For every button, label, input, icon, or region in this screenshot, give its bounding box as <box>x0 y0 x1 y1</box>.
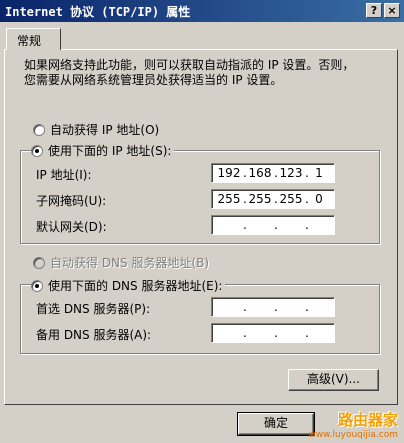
manual-dns-radio[interactable] <box>31 279 43 292</box>
description-line-1: 如果网络支持此功能，则可以获取自动指派的 IP 设置。否则， <box>24 58 355 72</box>
ip-dot: . <box>305 218 309 232</box>
tab-general[interactable]: 常规 <box>6 28 61 50</box>
ip-address-octet-4: 1 <box>315 166 323 180</box>
ip-dot: . <box>274 218 278 232</box>
subnet-octet-3: 255 <box>279 192 303 206</box>
dns-server-group <box>20 284 380 354</box>
auto-ip-label: 自动获得 IP 地址(O) <box>50 123 160 137</box>
tab-general-label: 常规 <box>17 34 42 48</box>
description: 如果网络支持此功能，则可以获取自动指派的 IP 设置。否则， 您需要从网络系统管… <box>24 58 384 88</box>
ip-address-input[interactable]: 192 . 168 . 123 . 1 <box>211 163 335 183</box>
ip-dot: . <box>243 326 247 340</box>
default-gateway-label: 默认网关(D): <box>36 220 107 234</box>
subnet-octet-4: 0 <box>315 192 323 206</box>
watermark: 路由器家 www.luyouqijia.com <box>308 409 398 440</box>
subnet-octet-1: 255 <box>217 192 241 206</box>
close-icon[interactable]: × <box>384 3 400 18</box>
manual-dns-label: 使用下面的 DNS 服务器地址(E): <box>48 279 223 293</box>
ip-dot: . <box>243 300 247 314</box>
auto-dns-radio[interactable] <box>33 256 45 269</box>
alternate-dns-label: 备用 DNS 服务器(A): <box>36 328 152 342</box>
ip-address-octet-3: 123 <box>279 166 303 180</box>
ip-dot: . <box>274 300 278 314</box>
watermark-url: www.luyouqijia.com <box>308 430 398 440</box>
help-button[interactable]: ? <box>366 3 382 18</box>
title-bar: Internet 协议 (TCP/IP) 属性 ? × <box>0 0 404 22</box>
manual-ip-label: 使用下面的 IP 地址(S): <box>48 144 172 158</box>
ip-dot: . <box>305 326 309 340</box>
watermark-logo: 路由器家 <box>337 411 398 429</box>
description-line-2: 您需要从网络系统管理员处获得适当的 IP 设置。 <box>24 73 283 87</box>
subnet-mask-label: 子网掩码(U): <box>36 194 107 208</box>
auto-dns-label: 自动获得 DNS 服务器地址(B) <box>50 256 210 270</box>
ip-address-octet-1: 192 <box>217 166 241 180</box>
ip-dot: . <box>243 218 247 232</box>
manual-ip-radio[interactable] <box>31 144 43 157</box>
auto-ip-radio-row[interactable]: 自动获得 IP 地址(O) <box>33 121 159 138</box>
auto-ip-radio[interactable] <box>33 123 45 136</box>
preferred-dns-label: 首选 DNS 服务器(P): <box>36 302 151 316</box>
ok-button[interactable]: 确定 <box>237 412 315 436</box>
advanced-button[interactable]: 高级(V)... <box>288 369 379 391</box>
default-gateway-input[interactable]: . . . <box>211 215 335 235</box>
preferred-dns-input[interactable]: . . . <box>211 297 335 317</box>
manual-ip-radio-row[interactable]: 使用下面的 IP 地址(S): <box>31 142 175 159</box>
ip-address-octet-2: 168 <box>248 166 272 180</box>
auto-dns-radio-row[interactable]: 自动获得 DNS 服务器地址(B) <box>33 254 209 271</box>
window-title: Internet 协议 (TCP/IP) 属性 <box>5 5 191 19</box>
manual-dns-radio-row[interactable]: 使用下面的 DNS 服务器地址(E): <box>31 277 226 294</box>
ip-dot: . <box>305 300 309 314</box>
subnet-octet-2: 255 <box>248 192 272 206</box>
ip-address-label: IP 地址(I): <box>36 168 92 182</box>
alternate-dns-input[interactable]: . . . <box>211 323 335 343</box>
subnet-mask-input[interactable]: 255 . 255 . 255 . 0 <box>211 189 335 209</box>
ip-dot: . <box>274 326 278 340</box>
